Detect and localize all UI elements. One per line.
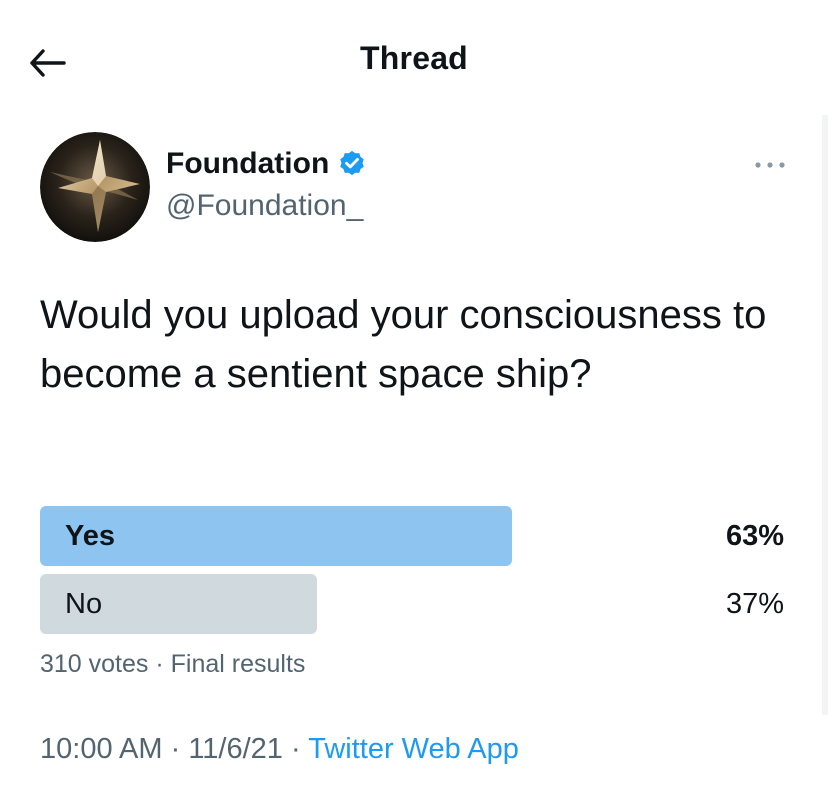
foundation-logo-image [40, 132, 150, 242]
poll-option-yes[interactable]: Yes 63% [40, 506, 784, 566]
tweet-time[interactable]: 10:00 AM [40, 733, 163, 765]
poll-option-percent: 63% [725, 520, 784, 552]
separator-dot: · [291, 733, 301, 765]
author-display-name[interactable]: Foundation [166, 147, 367, 181]
avatar[interactable] [40, 132, 150, 242]
tweet-timestamp: 10:00 AM · 11/6/21 · Twitter Web App [40, 733, 519, 766]
page-title: Thread [360, 40, 468, 76]
separator-dot: · [170, 733, 181, 765]
tweet-date[interactable]: 11/6/21 [188, 733, 283, 765]
poll-option-label: No [65, 588, 103, 620]
author-name-text: Foundation [166, 147, 330, 180]
verified-badge-icon [337, 149, 367, 179]
poll-option-percent: 37% [725, 588, 784, 620]
poll-votes-count: 310 votes [40, 650, 149, 678]
tweet-source-link[interactable]: Twitter Web App [308, 733, 519, 765]
more-options-button[interactable] [746, 150, 794, 180]
author-handle[interactable]: @Foundation_ [166, 189, 363, 223]
thread-header: Thread [0, 0, 828, 120]
poll-option-no[interactable]: No 37% [40, 574, 784, 634]
tweet-text: Would you upload your consciousness to b… [40, 293, 767, 396]
scrollbar[interactable] [822, 115, 828, 715]
separator-dot: · [155, 650, 164, 678]
poll-option-label: Yes [65, 520, 115, 552]
poll-summary: 310 votes · Final results [40, 650, 305, 679]
more-horizontal-icon [755, 162, 785, 168]
poll-status: Final results [170, 650, 306, 678]
